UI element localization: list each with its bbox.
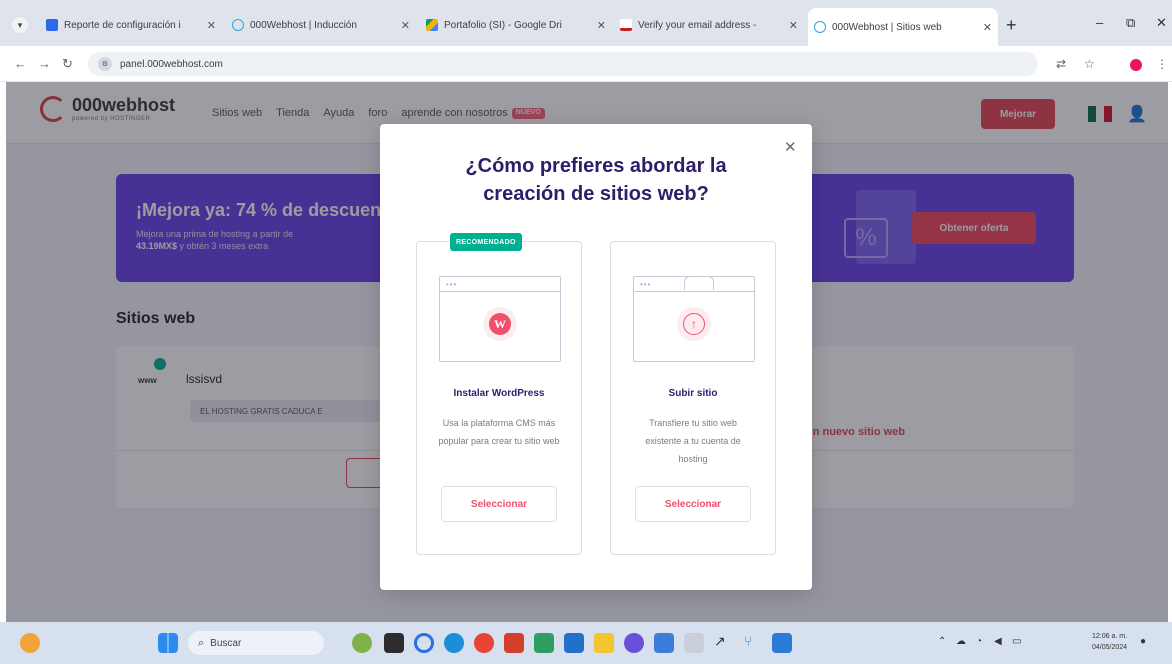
webhost-icon <box>232 19 244 31</box>
taskbar-app-icon[interactable] <box>654 633 674 653</box>
tab-title: Verify your email address - <box>638 19 757 31</box>
windows-start-icon[interactable] <box>158 633 178 653</box>
taskbar-app-icon[interactable]: ↗ <box>714 633 734 653</box>
close-icon[interactable]: ✕ <box>401 19 410 32</box>
taskbar-app-icon[interactable] <box>534 633 554 653</box>
forward-arrow-icon[interactable]: → <box>38 56 51 71</box>
modal-title-line: ¿Cómo prefieres abordar la <box>465 155 727 177</box>
profile-avatar[interactable] <box>1130 59 1142 71</box>
window-bar <box>440 291 560 292</box>
reload-icon[interactable]: ↻ <box>62 56 73 72</box>
upload-icon-circle: ↑ <box>677 307 711 341</box>
option-description: Usa la plataforma CMS más popular para c… <box>438 418 560 446</box>
weather-widget-icon[interactable] <box>20 633 40 653</box>
file-explorer-icon[interactable] <box>594 633 614 653</box>
taskbar-app-icon[interactable]: ⑂ <box>744 633 764 653</box>
translate-icon[interactable]: ⇄ <box>1056 57 1066 71</box>
google-docs-icon <box>46 19 58 31</box>
close-icon[interactable]: ✕ <box>207 19 216 32</box>
wordpress-icon-circle: W <box>483 307 517 341</box>
taskbar-app-icon[interactable] <box>384 633 404 653</box>
gmail-icon <box>620 19 632 31</box>
tab-search-button[interactable]: ▾ <box>12 17 28 33</box>
tray-chevron-icon[interactable]: ⌃ <box>938 636 946 647</box>
window-dots: ••• <box>640 280 652 289</box>
tab-portafolio[interactable]: Portafolio (SI) - Google Dri ✕ <box>420 10 612 40</box>
modal-title-line: creación de sitios web? <box>483 183 709 205</box>
taskbar-app-icon[interactable] <box>624 633 644 653</box>
modal-title: ¿Cómo prefieres abordar la creación de s… <box>380 152 812 208</box>
recommended-badge: RECOMENDADO <box>450 233 522 251</box>
clock-date: 04/05/2024 <box>1092 644 1128 651</box>
select-wordpress-button[interactable]: Seleccionar <box>441 486 557 522</box>
folder-tab <box>684 276 714 290</box>
url-text: panel.000webhost.com <box>120 58 223 70</box>
system-clock[interactable]: 12:06 a. m. 04/05/2024 <box>1092 631 1127 653</box>
taskbar-search[interactable]: ⌕ Buscar <box>188 631 324 655</box>
back-arrow-icon[interactable]: ← <box>14 56 27 71</box>
taskbar-app-icon[interactable] <box>352 633 372 653</box>
window-bar <box>634 291 754 292</box>
search-icon: ⌕ <box>198 636 205 649</box>
tray-app-icon[interactable]: ☁ <box>956 636 966 647</box>
option-upload-site[interactable]: ••• ↑ Subir sitio Transfiere tu sitio we… <box>610 241 776 555</box>
tab-sitios-web[interactable]: 000Webhost | Sitios web ✕ <box>808 8 998 46</box>
notification-bell-icon[interactable]: ● <box>1140 636 1146 647</box>
vscode-icon[interactable] <box>772 633 792 653</box>
tab-title: 000Webhost | Sitios web <box>832 21 942 33</box>
browser-tab-strip: ▾ Reporte de configuración i ✕ 000Webhos… <box>0 0 1172 46</box>
clock-time: 12:06 a. m. <box>1092 633 1128 640</box>
google-drive-icon <box>426 19 438 31</box>
taskbar-app-icon[interactable] <box>414 633 434 653</box>
upload-arrow-icon: ↑ <box>683 313 705 335</box>
tab-title: 000Webhost | Inducción <box>250 19 357 31</box>
site-info-icon[interactable]: ⚙ <box>98 57 112 71</box>
option-title: Instalar WordPress <box>453 388 545 399</box>
minimize-button[interactable]: – <box>1096 15 1103 30</box>
close-icon[interactable]: ✕ <box>983 21 992 34</box>
tab-verify-email[interactable]: Verify your email address - ✕ <box>614 10 804 40</box>
url-field[interactable]: ⚙ panel.000webhost.com <box>88 52 1038 76</box>
select-upload-button[interactable]: Seleccionar <box>635 486 751 522</box>
new-tab-button[interactable]: + <box>1006 15 1017 36</box>
tab-title: Reporte de configuración i <box>64 19 181 31</box>
folder-illustration: ••• ↑ <box>633 276 755 362</box>
volume-icon[interactable]: ◀ <box>994 636 1002 647</box>
site-creation-modal: ✕ ¿Cómo prefieres abordar la creación de… <box>380 124 812 590</box>
bookmark-star-icon[interactable]: ☆ <box>1084 57 1095 71</box>
browser-window-illustration: ••• W <box>439 276 561 362</box>
restore-button[interactable]: ⧉ <box>1126 15 1135 31</box>
webhost-icon <box>814 21 826 33</box>
wifi-icon[interactable]: ◔ <box>976 636 982 647</box>
taskbar-app-icon[interactable] <box>684 633 704 653</box>
menu-dots-icon[interactable]: ⋮ <box>1156 57 1168 71</box>
window-dots: ••• <box>446 280 458 289</box>
close-window-button[interactable]: ✕ <box>1156 15 1167 31</box>
chrome-icon[interactable] <box>474 633 494 653</box>
taskbar-app-icon[interactable] <box>564 633 584 653</box>
edge-icon[interactable] <box>444 633 464 653</box>
tab-reporte[interactable]: Reporte de configuración i ✕ <box>40 10 222 40</box>
option-title: Subir sitio <box>668 388 718 399</box>
search-placeholder: Buscar <box>210 637 242 649</box>
close-icon[interactable]: ✕ <box>789 19 798 32</box>
tab-induccion[interactable]: 000Webhost | Inducción ✕ <box>226 10 416 40</box>
close-icon[interactable]: ✕ <box>597 19 606 32</box>
battery-icon[interactable]: ▭ <box>1012 636 1021 647</box>
option-install-wordpress[interactable]: ••• W Instalar WordPress Usa la platafor… <box>416 241 582 555</box>
tab-title: Portafolio (SI) - Google Dri <box>444 19 562 31</box>
address-bar-row: ← → ↻ ⚙ panel.000webhost.com ⇄ ☆ ⋮ <box>0 46 1172 82</box>
taskbar-app-icon[interactable] <box>504 633 524 653</box>
wordpress-icon: W <box>489 313 511 335</box>
option-description: Transfiere tu sitio web existente a tu c… <box>645 418 741 464</box>
windows-taskbar: ⌕ Buscar ↗ ⑂ ⌃ ☁ ◔ ◀ ▭ 12:06 a. m. 04/05… <box>0 622 1172 664</box>
